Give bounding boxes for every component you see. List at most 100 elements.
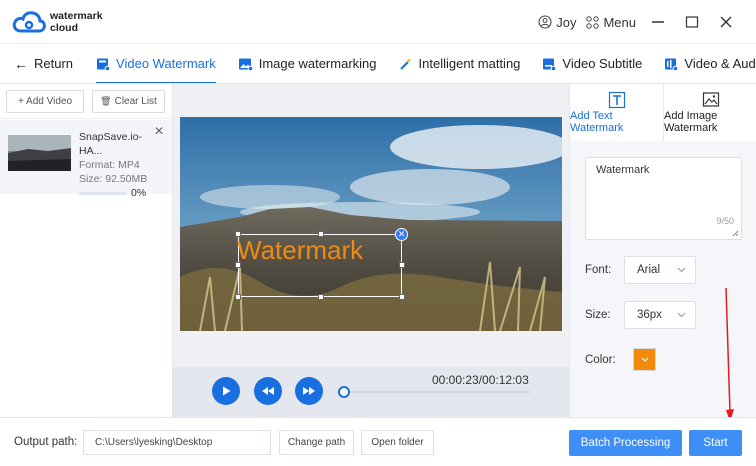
feature-tabs: ← Return Video Watermark Image watermark… <box>0 44 756 84</box>
tab-video-subtitle[interactable]: Video Subtitle <box>531 44 653 83</box>
size-select[interactable]: 36px <box>624 301 696 329</box>
add-video-label: + Add Video <box>17 95 73 107</box>
app-name-line1: watermark <box>50 10 103 22</box>
tab-label: Video Watermark <box>116 56 216 71</box>
user-name: Joy <box>556 14 577 30</box>
chevron-down-icon <box>677 267 686 273</box>
add-video-button[interactable]: + Add Video <box>6 89 84 113</box>
arrow-left-icon: ← <box>14 55 28 72</box>
font-select[interactable]: Arial <box>624 256 696 284</box>
image-icon <box>238 58 253 71</box>
title-bar: watermark cloud Joy Menu <box>0 0 756 44</box>
resize-handle[interactable] <box>318 294 324 300</box>
tab-video-watermark[interactable]: Video Watermark <box>85 44 227 83</box>
video-preview: Watermark ✕ <box>180 117 562 331</box>
preview-area: Watermark ✕ 00:00:23/00:12:03 <box>173 84 569 417</box>
footer-bar: Output path: C:\Users\lyesking\Desktop C… <box>0 417 756 466</box>
subtitle-icon <box>543 58 557 71</box>
tab-label: Image watermarking <box>258 56 377 71</box>
file-size: Size: 92.50MB <box>78 173 148 185</box>
menu-label: Menu <box>603 14 636 30</box>
play-icon <box>223 386 231 396</box>
app-name: watermark cloud <box>50 10 103 34</box>
change-path-button[interactable]: Change path <box>279 430 354 455</box>
file-progress-text: 0% <box>130 187 147 199</box>
resize-grip-icon <box>732 230 739 237</box>
image-icon <box>702 92 719 107</box>
start-label: Start <box>703 437 728 449</box>
batch-processing-label: Batch Processing <box>580 437 671 449</box>
size-value: 36px <box>637 309 662 321</box>
watermark-text-box[interactable]: Watermark ✕ <box>235 228 408 300</box>
clear-list-label: Clear List <box>114 95 157 107</box>
video-thumbnail <box>8 135 71 171</box>
audio-separation-icon <box>665 58 679 71</box>
tab-text-label: Add Text Watermark <box>570 110 624 134</box>
open-folder-button[interactable]: Open folder <box>361 430 434 455</box>
remove-file-icon[interactable]: ✕ <box>154 124 164 138</box>
tab-label: Video Subtitle <box>562 56 643 71</box>
resize-handle[interactable] <box>399 294 405 300</box>
file-progress-bar <box>78 191 127 195</box>
output-path-label: Output path: <box>14 436 78 448</box>
minimize-icon <box>652 21 664 23</box>
watermark-text-input[interactable]: Watermark 9/50 <box>585 157 742 240</box>
playback-controls: 00:00:23/00:12:03 <box>173 367 569 417</box>
cloud-logo-icon <box>12 11 46 33</box>
resize-handle[interactable] <box>235 294 241 300</box>
chevron-down-icon <box>677 312 686 318</box>
menu-button[interactable]: Menu <box>586 15 636 30</box>
watermark-text-value: Watermark <box>596 164 650 176</box>
play-button[interactable] <box>212 377 240 405</box>
text-icon <box>608 91 625 109</box>
annotation-arrow <box>725 288 734 422</box>
clear-list-button[interactable]: 🗑 Clear List <box>92 89 165 113</box>
minimize-button[interactable] <box>646 10 670 34</box>
tab-video-audio-separation[interactable]: Video & Audio Sepa <box>653 44 756 83</box>
file-list-toolbar: + Add Video 🗑 Clear List <box>0 84 172 119</box>
fast-forward-button[interactable] <box>295 377 323 405</box>
playback-time: 00:00:23/00:12:03 <box>432 373 529 387</box>
seek-track[interactable] <box>344 391 530 393</box>
font-value: Arial <box>637 264 661 276</box>
return-label: Return <box>34 56 74 71</box>
file-name: SnapSave.io-HA... <box>78 131 143 157</box>
start-button[interactable]: Start <box>689 430 742 456</box>
file-format: Format: MP4 <box>78 159 140 171</box>
output-path-field[interactable]: C:\Users\lyesking\Desktop <box>83 430 271 455</box>
tab-image-label: Add Image Watermark <box>664 110 718 134</box>
size-label: Size: <box>585 309 611 321</box>
resize-handle[interactable] <box>235 262 241 268</box>
batch-processing-button[interactable]: Batch Processing <box>569 430 682 456</box>
fast-forward-icon <box>303 387 315 395</box>
watermark-settings-panel: Add Text Watermark Add Image Watermark W… <box>569 84 756 422</box>
tab-add-text-watermark[interactable]: Add Text Watermark <box>570 84 663 141</box>
tab-label: Intelligent matting <box>418 56 521 71</box>
change-path-label: Change path <box>287 437 346 448</box>
return-button[interactable]: ← Return <box>0 44 85 83</box>
user-account[interactable]: Joy <box>538 15 576 30</box>
list-item[interactable]: SnapSave.io-HA... Format: MP4 Size: 92.5… <box>0 120 172 199</box>
resize-handle[interactable] <box>399 262 405 268</box>
seek-knob[interactable] <box>338 386 350 398</box>
font-label: Font: <box>585 264 612 276</box>
user-icon <box>538 15 552 29</box>
tab-intelligent-matting[interactable]: Intelligent matting <box>388 44 532 83</box>
resize-handle[interactable] <box>318 231 324 237</box>
watermark-overlay-text: Watermark <box>237 235 364 265</box>
resize-handle[interactable] <box>235 231 241 237</box>
maximize-button[interactable] <box>680 10 704 34</box>
tab-image-watermarking[interactable]: Image watermarking <box>227 44 388 83</box>
delete-watermark-icon[interactable]: ✕ <box>395 228 408 241</box>
close-icon <box>720 16 732 28</box>
rewind-button[interactable] <box>254 377 282 405</box>
rewind-icon <box>262 387 274 395</box>
tab-add-image-watermark[interactable]: Add Image Watermark <box>663 84 756 141</box>
color-picker[interactable] <box>633 348 656 371</box>
open-folder-label: Open folder <box>371 437 424 448</box>
trash-icon: 🗑 <box>100 95 112 106</box>
file-list-panel: + Add Video 🗑 Clear List SnapSave.io-HA.… <box>0 84 173 417</box>
close-window-button[interactable] <box>714 10 738 34</box>
grid-menu-icon <box>586 15 600 29</box>
app-name-line2: cloud <box>50 22 78 34</box>
